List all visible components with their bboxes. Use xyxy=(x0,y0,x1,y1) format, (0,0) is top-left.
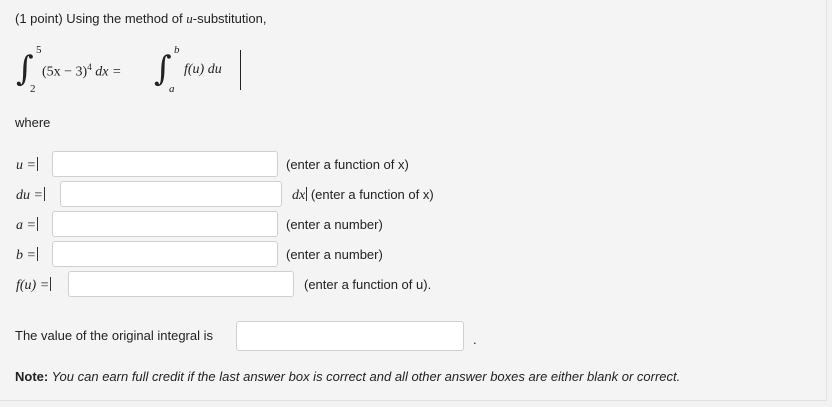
a-label-text: a = xyxy=(16,218,36,233)
header-prefix: (1 point) Using the method of xyxy=(15,11,187,26)
du-row: du = dx (enter a function of x) xyxy=(0,181,826,209)
du-dx-suffix: dx xyxy=(292,188,306,203)
text-cursor xyxy=(240,50,241,90)
note-bold: Note: xyxy=(15,369,49,384)
left-integral-sign: ∫ xyxy=(16,49,34,89)
header-suffix: -substitution, xyxy=(192,11,267,26)
du-label-text: du = xyxy=(16,188,43,203)
fu-input[interactable] xyxy=(68,271,294,297)
caret xyxy=(36,217,38,231)
caret xyxy=(36,247,38,261)
u-label: u = xyxy=(16,157,38,174)
note: Note: You can earn full credit if the la… xyxy=(15,369,680,384)
right-integrand: f(u) du xyxy=(184,62,222,78)
u-row: u = (enter a function of x) xyxy=(0,151,826,179)
left-lower-limit: 2 xyxy=(30,83,36,95)
right-upper-limit: b xyxy=(174,44,180,56)
final-period: . xyxy=(473,332,477,347)
fu-hint: (enter a function of u). xyxy=(304,277,432,292)
fu-row: f(u) = (enter a function of u). xyxy=(0,271,826,299)
du-hint: dx (enter a function of x) xyxy=(292,187,434,204)
a-label: a = xyxy=(16,217,38,234)
b-label-text: b = xyxy=(16,248,36,263)
note-text: You can earn full credit if the last ans… xyxy=(48,369,681,384)
caret xyxy=(306,187,308,201)
left-integrand-base: (5x − 3) xyxy=(42,64,88,80)
caret xyxy=(36,157,38,171)
fu-label-text: f(u) = xyxy=(16,278,50,293)
left-upper-limit: 5 xyxy=(36,44,42,56)
a-row: a = (enter a number) xyxy=(0,211,826,239)
b-row: b = (enter a number) xyxy=(0,241,826,269)
right-lower-limit: a xyxy=(169,83,175,95)
where-label: where xyxy=(15,115,51,130)
caret xyxy=(50,277,52,291)
a-input[interactable] xyxy=(52,211,278,237)
integral-equation: ∫ 5 2 (5x − 3)4 dx = ∫ b a f(u) du xyxy=(14,40,314,96)
du-input[interactable] xyxy=(60,181,282,207)
b-label: b = xyxy=(16,247,38,264)
final-label: The value of the original integral is xyxy=(15,328,214,343)
final-answer-input[interactable] xyxy=(236,321,464,351)
du-hint-text: (enter a function of x) xyxy=(310,187,434,202)
u-input[interactable] xyxy=(52,151,278,177)
u-hint: (enter a function of x) xyxy=(286,157,409,172)
u-label-text: u = xyxy=(16,158,36,173)
problem-panel: (1 point) Using the method of u-substitu… xyxy=(0,0,827,401)
a-hint: (enter a number) xyxy=(286,217,383,232)
left-integrand: (5x − 3)4 dx = xyxy=(42,62,121,81)
b-input[interactable] xyxy=(52,241,278,267)
b-hint: (enter a number) xyxy=(286,247,383,262)
fu-label: f(u) = xyxy=(16,277,52,294)
problem-header: (1 point) Using the method of u-substitu… xyxy=(15,11,266,27)
right-integrand-text: f(u) du xyxy=(184,62,222,77)
left-differential: dx = xyxy=(91,64,122,80)
du-label: du = xyxy=(16,187,45,204)
right-integral-sign: ∫ xyxy=(154,49,172,89)
caret xyxy=(43,187,45,201)
